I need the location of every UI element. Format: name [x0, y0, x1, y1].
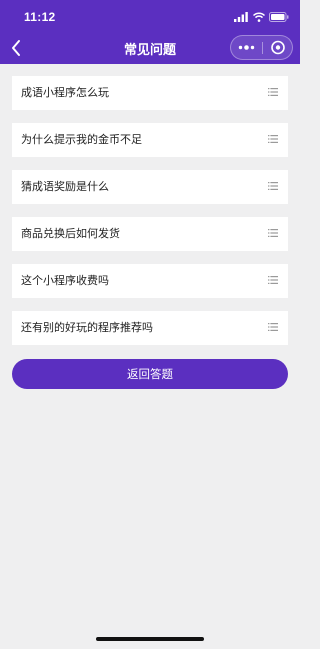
status-bar: 11:12: [0, 0, 300, 32]
faq-item[interactable]: 成语小程序怎么玩: [12, 76, 288, 110]
faq-question: 成语小程序怎么玩: [21, 86, 109, 99]
faq-item[interactable]: 猜成语奖励是什么: [12, 170, 288, 204]
cellular-signal-icon: [234, 12, 248, 22]
faq-question: 商品兑换后如何发货: [21, 227, 120, 240]
faq-item[interactable]: 为什么提示我的金币不足: [12, 123, 288, 157]
list-lines-icon: [268, 88, 278, 96]
list-lines-icon: [268, 135, 278, 143]
target-circle-icon: [271, 40, 285, 55]
faq-question: 猜成语奖励是什么: [21, 180, 109, 193]
faq-item[interactable]: 商品兑换后如何发货: [12, 217, 288, 251]
list-lines-icon: [268, 229, 278, 237]
top-bar: 11:12 常见问题: [0, 0, 300, 64]
status-time: 11:12: [24, 10, 56, 24]
faq-item[interactable]: 这个小程序收费吗: [12, 264, 288, 298]
close-mini-program-button[interactable]: [263, 36, 293, 59]
battery-icon: [269, 12, 289, 22]
list-lines-icon: [268, 182, 278, 190]
faq-list: 成语小程序怎么玩 为什么提示我的金币不足 猜成语奖励是什么 商品兑换后如何发货: [12, 76, 288, 358]
navigation-bar: 常见问题: [0, 32, 300, 64]
mini-program-capsule: [230, 35, 293, 60]
faq-question: 这个小程序收费吗: [21, 274, 109, 287]
home-indicator[interactable]: [96, 637, 204, 641]
more-button[interactable]: [231, 36, 262, 59]
faq-question: 还有别的好玩的程序推荐吗: [21, 321, 153, 334]
more-dots-icon: [238, 45, 255, 50]
faq-question: 为什么提示我的金币不足: [21, 133, 142, 146]
list-lines-icon: [268, 276, 278, 284]
faq-item[interactable]: 还有别的好玩的程序推荐吗: [12, 311, 288, 345]
wifi-icon: [253, 12, 265, 22]
list-lines-icon: [268, 323, 278, 331]
return-to-quiz-button[interactable]: 返回答题: [12, 359, 288, 389]
